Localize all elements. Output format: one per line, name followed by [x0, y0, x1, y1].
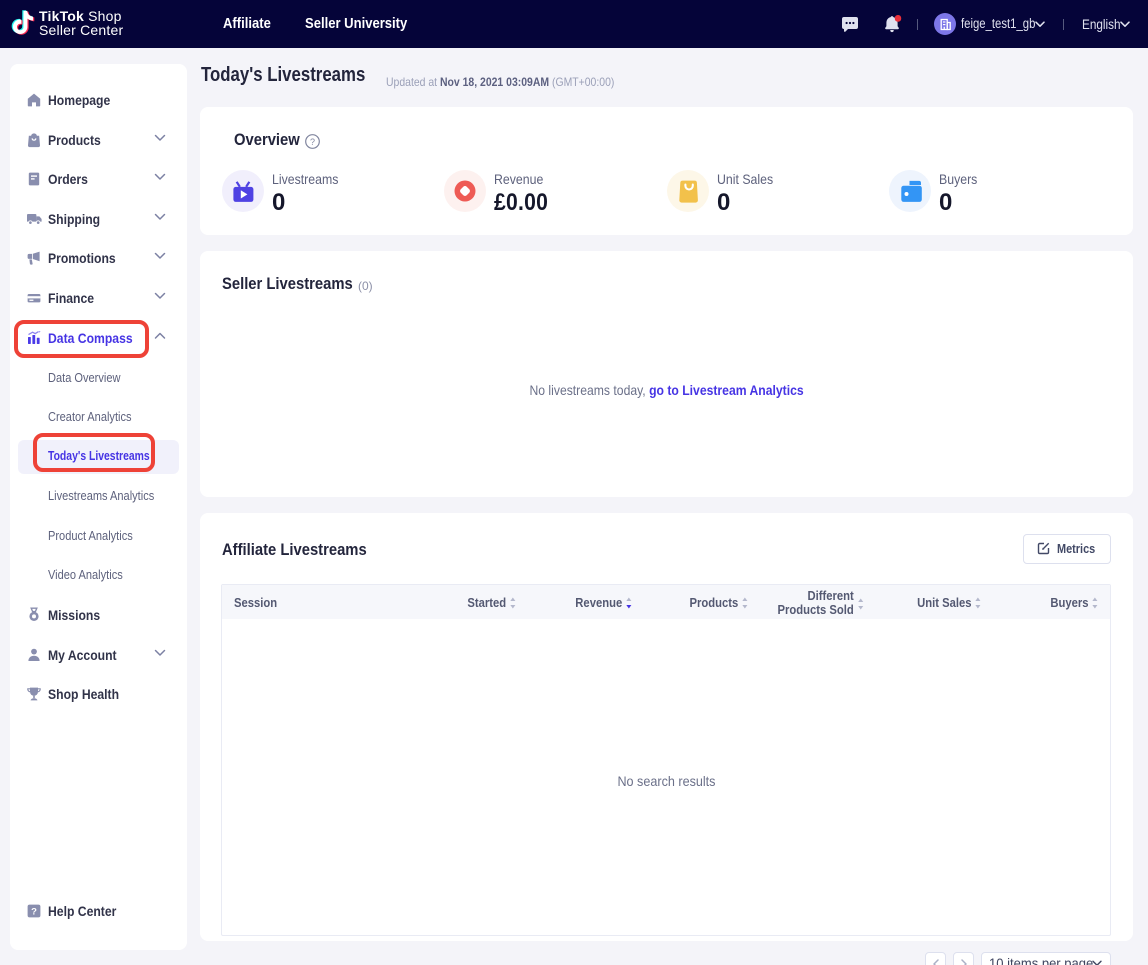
svg-text:?: ? — [310, 137, 315, 147]
svg-text:?: ? — [31, 907, 37, 918]
